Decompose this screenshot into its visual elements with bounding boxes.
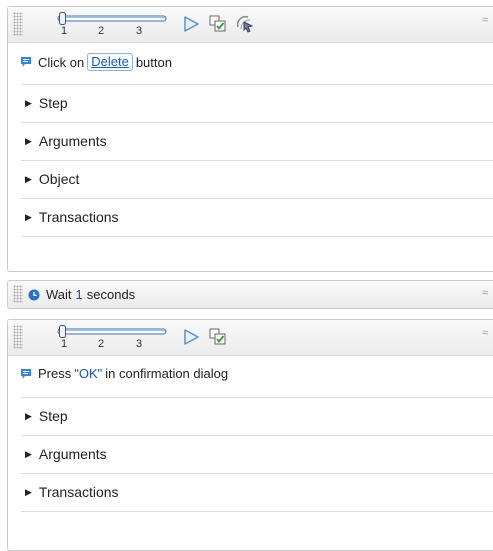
step-description: Click on Delete button <box>20 53 493 71</box>
drag-handle[interactable] <box>13 12 23 36</box>
step-check-icon[interactable] <box>208 327 228 347</box>
play-icon[interactable] <box>181 327 201 347</box>
divider <box>21 236 493 237</box>
clock-icon <box>28 289 40 300</box>
expand-arrow-icon: ▶ <box>25 97 32 108</box>
section-label: Transactions <box>38 209 119 225</box>
collapse-icon[interactable]: ≈ <box>482 327 488 339</box>
section-step[interactable]: ▶ Step <box>21 84 493 121</box>
wait-step-bar[interactable]: Wait 1 seconds ≈ <box>7 280 493 309</box>
slider-tick-3: 3 <box>136 25 143 37</box>
section-object[interactable]: ▶ Object <box>21 160 493 197</box>
drag-handle[interactable] <box>13 285 23 303</box>
section-transactions[interactable]: ▶ Transactions <box>21 473 493 510</box>
description-suffix: button <box>135 54 172 70</box>
slider-tick-2: 2 <box>98 25 105 37</box>
step-description: Press "OK" in confirmation dialog <box>20 366 493 381</box>
slider-tick-1: 1 <box>61 338 68 350</box>
expand-arrow-icon: ▶ <box>25 448 32 459</box>
slider-tick-2: 2 <box>98 338 105 350</box>
section-label: Step <box>38 408 68 424</box>
drag-handle[interactable] <box>13 325 23 349</box>
panel-toolbar: 1 2 3 ≈ <box>8 320 493 356</box>
section-step[interactable]: ▶ Step <box>21 397 493 434</box>
play-icon[interactable] <box>181 14 201 34</box>
ok-button-value[interactable]: "OK" <box>74 366 102 381</box>
wait-suffix: seconds <box>86 287 136 302</box>
collapse-icon[interactable]: ≈ <box>482 14 488 26</box>
section-label: Arguments <box>38 133 107 149</box>
slider-tick-3: 3 <box>136 338 143 350</box>
expand-arrow-icon: ▶ <box>25 211 32 222</box>
speech-bubble-icon <box>20 368 32 380</box>
section-label: Transactions <box>38 484 119 500</box>
description-prefix: Press <box>38 366 72 381</box>
speech-bubble-icon <box>20 56 32 68</box>
wait-seconds-value[interactable]: 1 <box>76 287 83 302</box>
step-panel-press-ok: 1 2 3 ≈ Press "OK" in confirmation dialo… <box>7 319 493 551</box>
wait-prefix: Wait <box>46 287 72 302</box>
expand-icon[interactable]: ≈ <box>482 287 488 299</box>
wait-description: Wait 1 seconds <box>28 287 135 302</box>
expand-arrow-icon: ▶ <box>25 410 32 421</box>
section-label: Object <box>38 171 80 187</box>
expand-arrow-icon: ▶ <box>25 135 32 146</box>
section-transactions[interactable]: ▶ Transactions <box>21 198 493 235</box>
section-arguments[interactable]: ▶ Arguments <box>21 122 493 159</box>
section-arguments[interactable]: ▶ Arguments <box>21 435 493 472</box>
replay-speed-slider[interactable]: 1 2 3 <box>50 12 174 38</box>
expand-arrow-icon: ▶ <box>25 173 32 184</box>
replay-speed-slider[interactable]: 1 2 3 <box>50 325 174 351</box>
divider <box>21 511 493 512</box>
delete-object-link[interactable]: Delete <box>87 53 133 71</box>
panel-toolbar: 1 2 3 ≈ <box>8 7 493 43</box>
section-label: Step <box>38 95 68 111</box>
highlight-object-icon[interactable] <box>235 14 255 34</box>
section-label: Arguments <box>38 446 107 462</box>
expand-arrow-icon: ▶ <box>25 486 32 497</box>
slider-tick-1: 1 <box>61 25 68 37</box>
description-suffix: in confirmation dialog <box>105 366 229 381</box>
step-panel-click-delete: 1 2 3 ≈ Click on Delete button ▶ Step ▶ … <box>7 6 493 272</box>
step-check-icon[interactable] <box>208 14 228 34</box>
description-prefix: Click on <box>38 54 85 70</box>
